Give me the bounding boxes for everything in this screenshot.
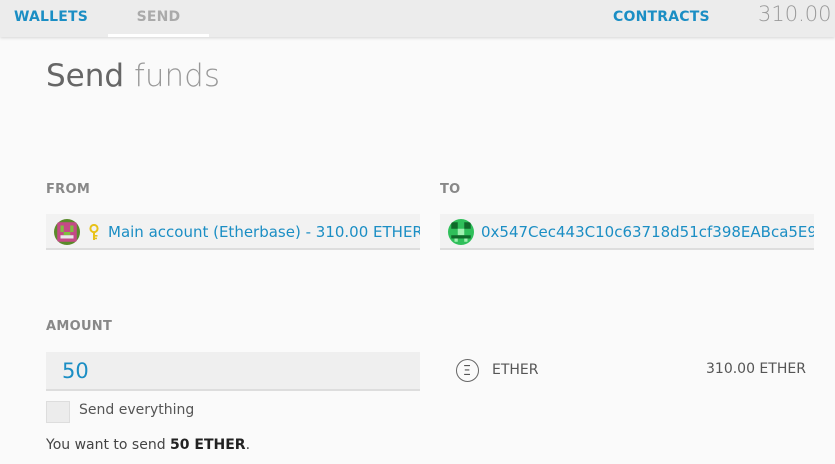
send-summary: You want to send 50 ETHER. — [46, 437, 250, 453]
to-address-text: 0x547Cec443C10c63718d51cf398EABca5E97 — [481, 223, 814, 241]
to-address-input[interactable]: 0x547Cec443C10c63718d51cf398EABca5E97 — [440, 214, 814, 250]
from-identicon-icon — [54, 219, 80, 245]
nav-wallets-link[interactable]: WALLETS — [14, 0, 88, 37]
summary-amount: 50 ETHER — [170, 437, 246, 453]
from-label: FROM — [46, 182, 91, 197]
page-title-light: funds — [133, 58, 220, 94]
ether-icon[interactable]: Ξ — [456, 359, 479, 382]
amount-value: 50 — [62, 359, 89, 383]
nav-send-link[interactable]: SEND — [108, 0, 209, 37]
amount-input[interactable]: 50 — [46, 352, 420, 391]
page-title-main: Send — [46, 58, 125, 94]
top-navigation: WALLETS SEND CONTRACTS 310.00 E — [0, 0, 835, 37]
amount-label: AMOUNT — [46, 319, 113, 334]
currency-balance: 310.00 ETHER — [706, 361, 806, 377]
to-label: TO — [440, 182, 461, 197]
to-identicon-icon — [448, 219, 474, 245]
from-account-text: Main account (Etherbase) - 310.00 ETHER — [108, 223, 420, 241]
nav-contracts-link[interactable]: CONTRACTS — [613, 0, 710, 37]
send-everything-checkbox[interactable] — [46, 401, 70, 423]
nav-balance-value: 310.00 — [758, 2, 832, 26]
from-account-select[interactable]: Main account (Etherbase) - 310.00 ETHER — [46, 214, 420, 250]
currency-label[interactable]: ETHER — [492, 362, 539, 378]
key-icon — [88, 223, 100, 241]
summary-prefix: You want to send — [46, 437, 171, 453]
send-everything-label[interactable]: Send everything — [79, 402, 194, 418]
nav-balance: 310.00 E — [758, 2, 835, 26]
summary-suffix: . — [245, 437, 251, 453]
ether-symbol: Ξ — [463, 364, 471, 379]
page-title: Send funds — [46, 58, 220, 94]
